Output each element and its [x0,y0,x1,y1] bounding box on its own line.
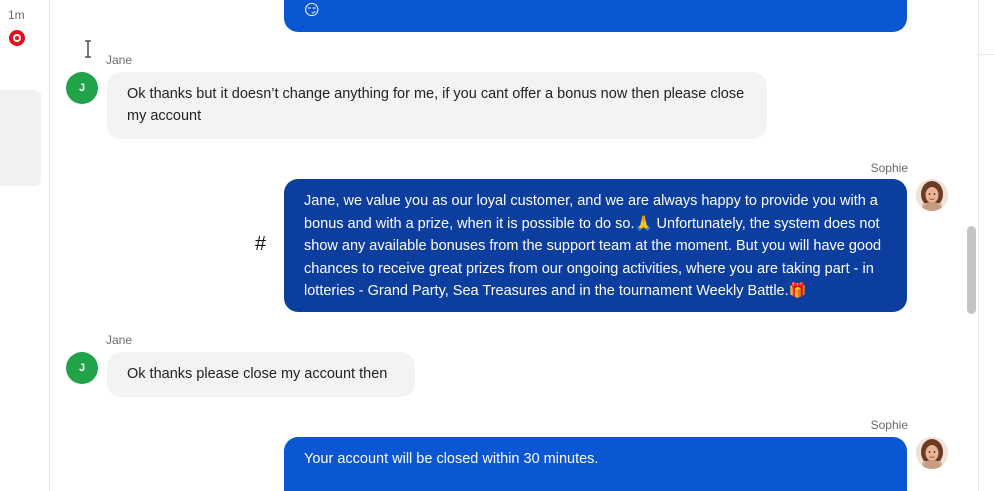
scrollbar-thumb[interactable] [967,226,976,314]
agent-message-bubble: 😏 [284,0,907,32]
text-cursor-icon [84,40,92,58]
hash-symbol: # [255,233,267,255]
sender-name: Sophie [870,161,908,175]
right-panel-edge [978,0,994,491]
sender-name: Jane [106,53,133,67]
divider [978,54,994,55]
message-text: Your account will be closed within 30 mi… [304,451,599,467]
message-text: Ok thanks but it doesn’t change anything… [127,86,745,124]
message-text: Ok thanks please close my account then [127,366,388,382]
left-rail: 1m [0,0,50,491]
message-text: Jane, we value you as our loyal customer… [304,193,882,299]
agent-message-bubble: Your account will be closed within 30 mi… [284,437,907,491]
agent-message-bubble-selected[interactable]: Jane, we value you as our loyal customer… [284,179,907,312]
agent-avatar [916,179,948,211]
avatar-initial: J [78,362,86,374]
user-avatar: J [66,352,98,384]
agent-avatar [916,437,948,469]
user-message-bubble: Ok thanks but it doesn’t change anything… [107,72,767,139]
user-message-bubble: Ok thanks please close my account then [107,352,415,397]
sender-name: Sophie [870,418,908,432]
sender-name: Jane [106,333,133,347]
record-status-icon[interactable] [9,30,25,46]
last-seen-time: 1m [8,8,25,22]
user-avatar: J [66,72,98,104]
side-panel-card[interactable] [0,90,41,186]
avatar-initial: J [78,82,86,94]
message-emoji: 😏 [304,2,320,19]
